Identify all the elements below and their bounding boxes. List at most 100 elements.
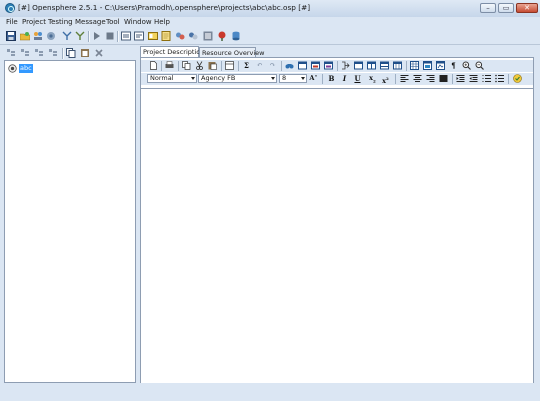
toolbar-separator: [508, 74, 509, 84]
paragraph-style-value: Normal: [150, 74, 174, 82]
font-size-select[interactable]: 8: [279, 74, 307, 83]
toolbar-separator: [62, 48, 64, 59]
editor-content-area[interactable]: [141, 88, 533, 383]
toolbar-separator: [178, 61, 179, 71]
save-icon[interactable]: [6, 31, 16, 41]
spellcheck-icon[interactable]: [513, 74, 522, 83]
tools-icon[interactable]: [188, 31, 198, 41]
menu-bar: File Project Testing Message Tool Window…: [0, 17, 540, 28]
project-icon: [8, 64, 17, 73]
image-icon[interactable]: [311, 61, 320, 70]
row-icon[interactable]: [393, 61, 402, 70]
menu-project[interactable]: Project: [22, 18, 46, 26]
align-center-icon[interactable]: [413, 74, 422, 83]
menu-file[interactable]: File: [6, 18, 18, 26]
subscript-button[interactable]: x2: [368, 74, 377, 83]
merge-icon[interactable]: [367, 61, 376, 70]
find-icon[interactable]: [285, 61, 294, 70]
users-icon[interactable]: [33, 31, 43, 41]
undo-icon[interactable]: ↶: [255, 61, 264, 70]
toolbar-separator: [322, 74, 323, 84]
align-right-icon[interactable]: [426, 74, 435, 83]
copy-icon[interactable]: [66, 48, 76, 58]
notes-icon[interactable]: [161, 31, 171, 41]
split-icon[interactable]: [380, 61, 389, 70]
redo-icon[interactable]: ↷: [268, 61, 277, 70]
rich-text-editor: Σ ↶ ↷ ¶ Normal Agency FB 8 A˄ B I U x2 x…: [140, 57, 534, 383]
justify-icon[interactable]: [439, 74, 448, 83]
font-grow-icon[interactable]: A˄: [309, 74, 318, 83]
new-doc-icon[interactable]: [149, 61, 158, 70]
font-family-select[interactable]: Agency FB: [198, 74, 277, 83]
refresh-icon[interactable]: [175, 31, 185, 41]
open-folder-icon[interactable]: [20, 31, 30, 41]
underline-button[interactable]: U: [353, 74, 362, 83]
toolbar-separator: [88, 31, 90, 42]
menu-testing[interactable]: Testing: [48, 18, 73, 26]
status-bar: [0, 386, 540, 401]
main-toolbar: [0, 29, 540, 45]
paragraph-style-select[interactable]: Normal: [147, 74, 197, 83]
superscript-button[interactable]: x2: [381, 74, 390, 85]
database-icon[interactable]: [231, 31, 241, 41]
restore-button[interactable]: ▭: [498, 3, 514, 13]
bullet-list-icon[interactable]: [495, 74, 504, 83]
stop-icon[interactable]: [105, 31, 115, 41]
print-icon[interactable]: [165, 61, 174, 70]
outdent-icon[interactable]: [469, 74, 478, 83]
log-icon[interactable]: [121, 31, 131, 41]
toolbar-separator: [452, 74, 453, 84]
toolbar-separator: [221, 61, 222, 71]
table-icon[interactable]: [225, 61, 234, 70]
close-button[interactable]: ✕: [516, 3, 538, 13]
tab-resource-overview[interactable]: Resource Overview: [199, 47, 264, 57]
anchor-icon[interactable]: [436, 61, 445, 70]
network-icon[interactable]: [46, 31, 56, 41]
new-case-icon[interactable]: [20, 48, 30, 58]
pin-icon[interactable]: [217, 31, 227, 41]
paste-icon[interactable]: [80, 48, 90, 58]
report-icon[interactable]: [134, 31, 144, 41]
cut-icon[interactable]: [195, 61, 204, 70]
menu-tool[interactable]: Tool: [106, 18, 120, 26]
title-bar: [#] Opensphere 2.5.1 - C:\Users\Pramodh\…: [0, 0, 540, 17]
editor-pane: Project Description Resource Overview Σ …: [140, 46, 534, 383]
zoom-out-icon[interactable]: [475, 61, 484, 70]
add-icon[interactable]: [48, 48, 58, 58]
project-tree-pane: abc: [4, 46, 136, 383]
delete-icon[interactable]: [94, 48, 104, 58]
menu-help[interactable]: Help: [154, 18, 170, 26]
new-suite-icon[interactable]: [6, 48, 16, 58]
table-insert-icon[interactable]: [354, 61, 363, 70]
tree-node-label[interactable]: abc: [19, 64, 33, 73]
numbered-list-icon[interactable]: [482, 74, 491, 83]
new-step-icon[interactable]: [34, 48, 44, 58]
chevron-down-icon: [301, 77, 305, 80]
indent-icon[interactable]: [456, 74, 465, 83]
play-icon[interactable]: [92, 31, 102, 41]
menu-window[interactable]: Window: [124, 18, 152, 26]
column-icon[interactable]: [410, 61, 419, 70]
minimize-button[interactable]: –: [480, 3, 496, 13]
filter-icon[interactable]: [75, 31, 85, 41]
card-icon[interactable]: [148, 31, 158, 41]
copy-icon[interactable]: [182, 61, 191, 70]
grid-icon[interactable]: [423, 61, 432, 70]
app-icon: [5, 3, 15, 13]
text-box-icon[interactable]: [341, 61, 350, 70]
bold-button[interactable]: B: [327, 74, 336, 83]
toolbar-separator: [395, 74, 396, 84]
zoom-in-icon[interactable]: [462, 61, 471, 70]
pilcrow-icon[interactable]: ¶: [449, 61, 458, 70]
font-size-value: 8: [282, 74, 287, 82]
align-left-icon[interactable]: [400, 74, 409, 83]
italic-button[interactable]: I: [340, 74, 349, 83]
link-icon[interactable]: [324, 61, 333, 70]
paste-icon[interactable]: [208, 61, 217, 70]
menu-message[interactable]: Message: [75, 18, 106, 26]
frame-icon[interactable]: [298, 61, 307, 70]
chart-icon[interactable]: [203, 31, 213, 41]
sum-icon[interactable]: Σ: [242, 61, 251, 70]
properties-icon[interactable]: [62, 31, 72, 41]
close-icon: ✕: [524, 4, 530, 12]
